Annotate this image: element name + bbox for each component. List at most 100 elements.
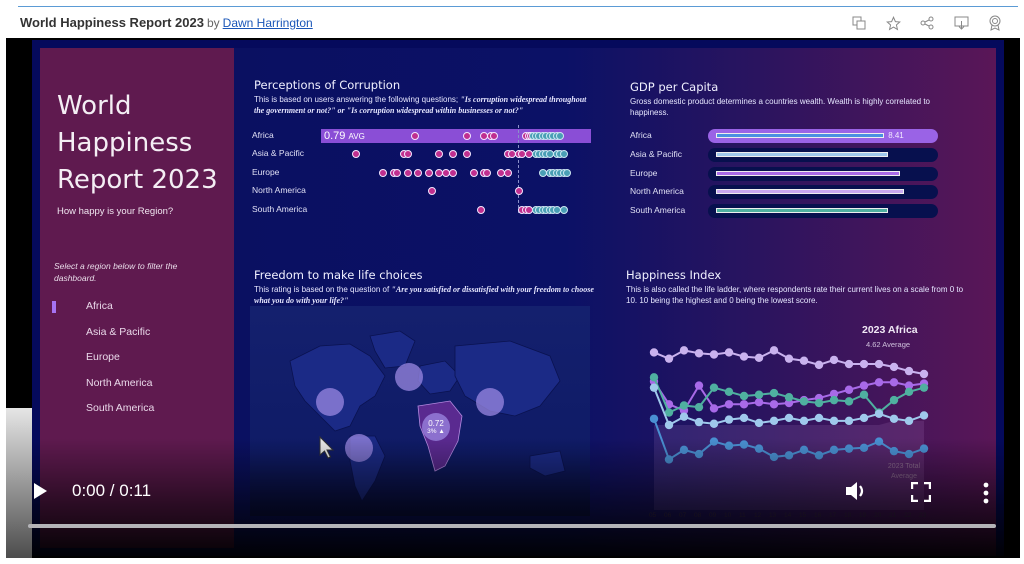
happiness-data-point — [739, 391, 749, 401]
corruption-country-dot[interactable] — [448, 169, 457, 177]
happiness-data-point — [724, 400, 734, 409]
corruption-country-dot[interactable] — [424, 169, 433, 177]
video-edge — [6, 408, 32, 558]
corruption-title: Perceptions of Corruption — [254, 78, 401, 92]
happiness-data-point — [709, 383, 719, 392]
happiness-data-point — [859, 390, 869, 399]
corruption-country-dot[interactable] — [351, 150, 360, 158]
region-filter-south-america[interactable]: South America — [40, 396, 234, 422]
happiness-data-point — [859, 381, 869, 390]
region-filter-north-america[interactable]: North America — [40, 371, 234, 397]
happiness-data-point — [829, 416, 839, 426]
happiness-data-point — [649, 373, 659, 382]
fullscreen-icon[interactable] — [911, 482, 931, 502]
africa-bubble-change: 3% ▲ — [427, 428, 445, 435]
corruption-country-dot[interactable] — [403, 150, 412, 158]
happiness-data-point — [784, 393, 794, 402]
sidebar-title-line: World — [57, 91, 132, 121]
happiness-data-point — [694, 402, 704, 412]
happiness-data-point — [784, 354, 794, 363]
corruption-country-dot[interactable] — [403, 169, 412, 177]
happiness-data-point — [724, 415, 734, 424]
happiness-data-point — [724, 387, 734, 397]
star-icon[interactable] — [884, 14, 902, 32]
corruption-country-dot[interactable] — [559, 150, 568, 158]
corruption-country-dot[interactable] — [428, 187, 436, 195]
sidebar-subtitle: How happy is your Region? — [57, 206, 174, 217]
corruption-country-dot[interactable] — [514, 187, 523, 195]
video-player[interactable]: World Happiness Report 2023 How happy is… — [6, 38, 1020, 558]
bubble-europe[interactable] — [395, 363, 423, 391]
gdp-title: GDP per Capita — [630, 80, 719, 94]
corruption-country-dot[interactable] — [410, 132, 419, 140]
happiness-data-point — [859, 413, 869, 423]
copy-icon[interactable] — [850, 14, 868, 32]
play-icon[interactable] — [34, 483, 47, 499]
download-icon[interactable] — [952, 14, 970, 32]
video-time: 0:00 / 0:11 — [72, 481, 152, 500]
happiness-data-point — [754, 397, 764, 407]
happiness-data-point — [814, 398, 824, 408]
video-progress-bar[interactable] — [28, 524, 996, 528]
happiness-data-point — [859, 359, 869, 369]
corruption-country-dot[interactable] — [462, 150, 471, 158]
corruption-desc-text: This is based on users answering the fol… — [254, 95, 461, 104]
corruption-country-dot[interactable] — [476, 206, 485, 214]
region-filter-europe[interactable]: Europe — [40, 345, 234, 371]
region-label: South America — [86, 402, 155, 415]
corruption-row-label: Asia & Pacific — [252, 148, 304, 158]
africa-bubble-label: 0.72 3% ▲ — [420, 419, 452, 435]
viz-title-text: World Happiness Report 2023 — [20, 15, 204, 30]
sidebar-title-line: Happiness — [57, 128, 193, 158]
happiness-data-point — [709, 419, 719, 428]
happiness-data-point — [769, 388, 779, 398]
happiness-data-point — [694, 349, 704, 358]
gdp-row-label: Africa — [630, 130, 652, 140]
happiness-data-point — [664, 354, 674, 363]
region-filter-asia-pacific[interactable]: Asia & Pacific — [40, 320, 234, 346]
happiness-data-point — [649, 383, 659, 392]
corruption-country-dot[interactable] — [462, 132, 471, 140]
happiness-data-point — [739, 413, 749, 423]
happiness-data-point — [814, 360, 824, 370]
corruption-country-dot[interactable] — [448, 150, 457, 158]
happiness-data-point — [709, 404, 719, 413]
gdp-bar — [716, 189, 904, 194]
happiness-description: This is also called the life ladder, whe… — [626, 285, 964, 305]
volume-icon[interactable] — [844, 480, 870, 502]
corruption-country-dot[interactable] — [434, 150, 443, 158]
happiness-data-point — [874, 409, 884, 419]
freedom-description: This rating is based on the question of … — [254, 284, 604, 306]
corruption-country-dot[interactable] — [469, 169, 478, 177]
happiness-data-point — [799, 356, 809, 365]
happiness-data-point — [904, 366, 914, 376]
happiness-data-point — [889, 395, 899, 405]
asia-shape — [454, 340, 561, 417]
share-icon[interactable] — [918, 14, 936, 32]
page-header: World Happiness Report 2023 by Dawn Harrin… — [0, 8, 1024, 38]
corruption-row-label: South America — [252, 204, 308, 214]
bubble-north-america[interactable] — [316, 388, 344, 416]
happiness-data-point — [754, 390, 764, 399]
author-link[interactable]: Dawn Harrington — [223, 16, 313, 30]
corruption-description: This is based on users answering the fol… — [254, 94, 594, 116]
gdp-bar — [716, 152, 888, 157]
happiness-data-point — [889, 378, 899, 387]
happiness-title: Happiness Index — [626, 268, 722, 282]
gdp-description: Gross domestic product determines a coun… — [630, 97, 930, 117]
corruption-row-label: North America — [252, 185, 306, 195]
happiness-data-point — [874, 359, 884, 369]
region-filter-africa[interactable]: Africa — [40, 294, 234, 320]
bubble-asia-pacific[interactable] — [476, 388, 504, 416]
happiness-data-point — [844, 416, 854, 426]
selected-indicator — [52, 301, 56, 313]
happiness-data-point — [769, 400, 779, 409]
badge-icon[interactable] — [986, 14, 1004, 32]
more-options-icon[interactable] — [982, 482, 990, 504]
africa-bubble-value: 0.72 — [428, 419, 444, 428]
happiness-data-point — [769, 346, 779, 355]
region-label: Africa — [86, 300, 113, 312]
gdp-row-label: Asia & Pacific — [630, 149, 682, 159]
corruption-country-dot[interactable] — [559, 206, 568, 214]
gdp-row-label: South America — [630, 205, 686, 215]
